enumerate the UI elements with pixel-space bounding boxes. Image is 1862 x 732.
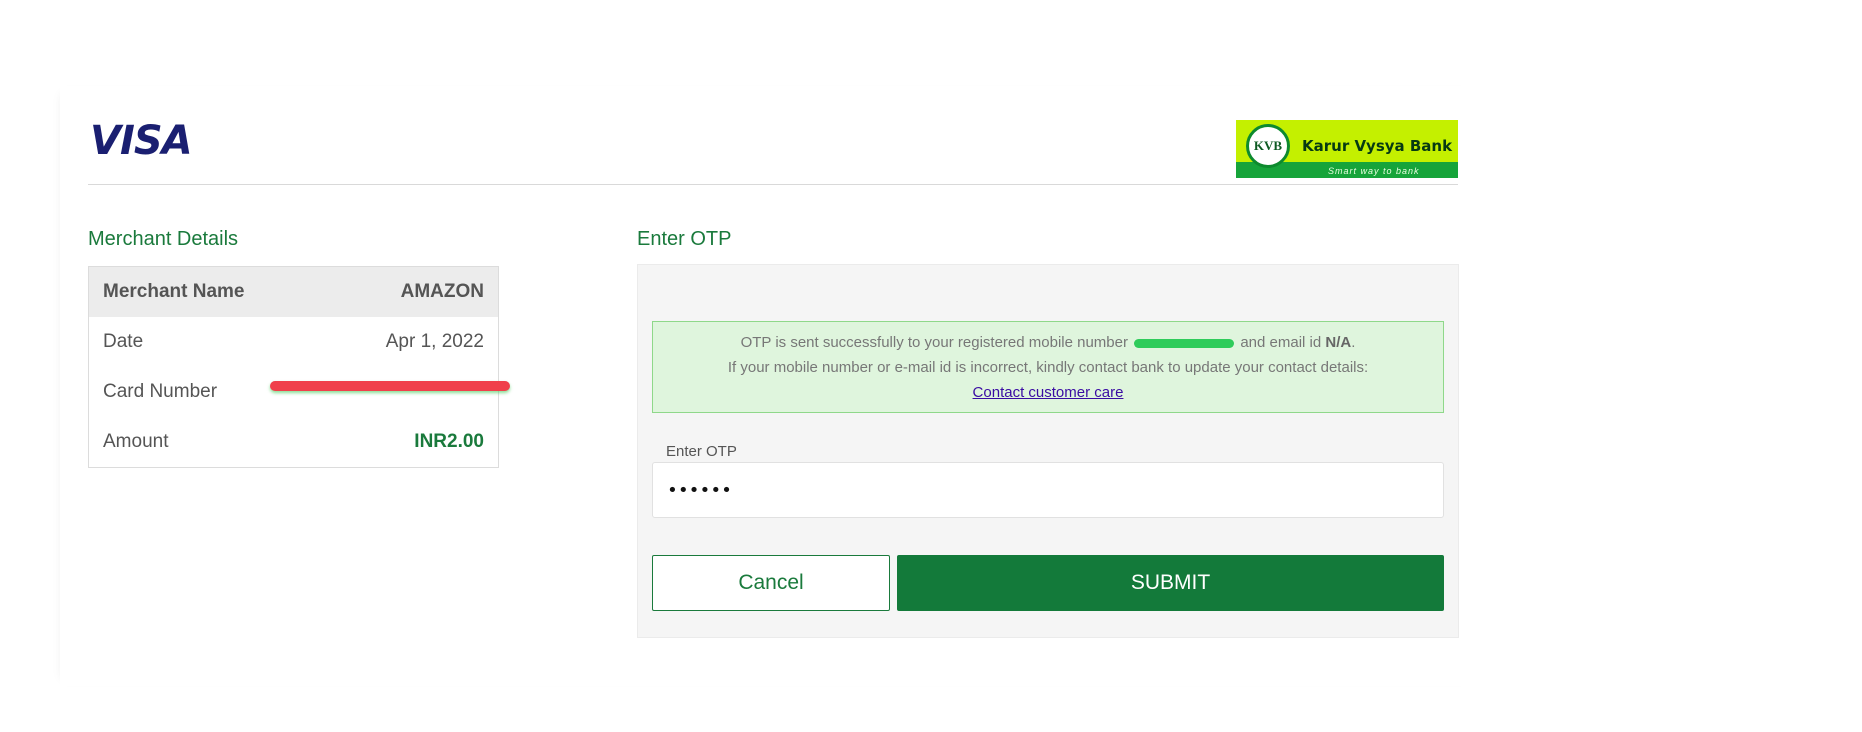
cancel-button[interactable]: Cancel — [652, 555, 890, 611]
otp-alert-line1: OTP is sent successfully to your registe… — [740, 334, 1356, 351]
amount-label: Amount — [103, 431, 169, 452]
masked-mobile-number — [1134, 338, 1235, 348]
kvb-seal-icon: KVB — [1246, 124, 1290, 168]
submit-button[interactable]: SUBMIT — [897, 555, 1444, 611]
date-row: Date Apr 1, 2022 — [89, 317, 498, 367]
visa-logo: VISA — [90, 118, 193, 164]
contact-customer-care-link[interactable]: Contact customer care — [973, 384, 1124, 401]
card-number-redaction — [270, 381, 510, 391]
otp-panel: OTP is sent successfully to your registe… — [637, 264, 1459, 638]
email-value: N/A — [1325, 334, 1352, 351]
card-number-row: Card Number — [89, 367, 498, 417]
bank-tagline: Smart way to bank — [1328, 166, 1420, 176]
merchant-name-value: AMAZON — [400, 281, 484, 302]
otp-sent-alert: OTP is sent successfully to your registe… — [652, 321, 1444, 413]
otp-input-label: Enter OTP — [666, 443, 737, 460]
date-label: Date — [103, 331, 144, 352]
kvb-bank-logo: KVB Karur Vysya Bank Smart way to bank — [1236, 120, 1458, 178]
header: VISA KVB Karur Vysya Bank Smart way to b… — [88, 108, 1458, 185]
date-value: Apr 1, 2022 — [385, 331, 484, 352]
amount-value: INR2.00 — [414, 431, 484, 452]
enter-otp-title: Enter OTP — [637, 228, 732, 250]
merchant-details-table: Merchant Name AMAZON Date Apr 1, 2022 Ca… — [88, 266, 499, 468]
bank-name: Karur Vysya Bank — [1302, 137, 1453, 155]
merchant-name-label: Merchant Name — [103, 281, 245, 302]
amount-row: Amount INR2.00 — [89, 417, 498, 467]
otp-alert-line2: If your mobile number or e-mail id is in… — [727, 359, 1369, 376]
otp-alert-text-part2: and email id — [1240, 334, 1322, 351]
otp-alert-text-part1: OTP is sent successfully to your registe… — [740, 334, 1128, 351]
merchant-name-row: Merchant Name AMAZON — [89, 267, 498, 317]
card-number-label: Card Number — [103, 381, 218, 402]
otp-input[interactable] — [652, 462, 1444, 518]
merchant-details-title: Merchant Details — [88, 228, 239, 250]
payment-authentication-page: VISA KVB Karur Vysya Bank Smart way to b… — [0, 0, 1862, 732]
